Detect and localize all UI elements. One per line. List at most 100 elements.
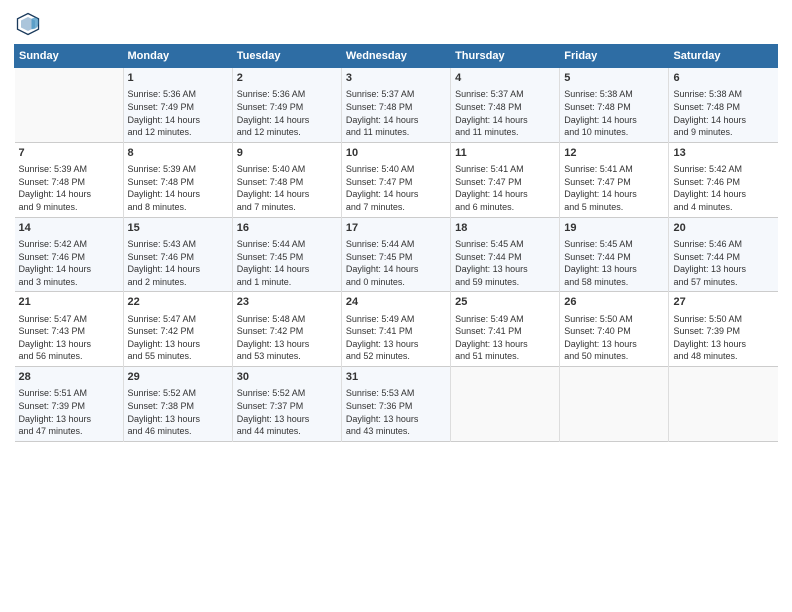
cell-content: Sunrise: 5:41 AM Sunset: 7:47 PM Dayligh…	[564, 163, 664, 213]
calendar-table: SundayMondayTuesdayWednesdayThursdayFrid…	[14, 44, 778, 442]
header-day-tuesday: Tuesday	[232, 45, 341, 68]
header	[14, 10, 778, 38]
calendar-cell: 30Sunrise: 5:52 AM Sunset: 7:37 PM Dayli…	[232, 367, 341, 442]
calendar-cell: 8 Sunrise: 5:39 AM Sunset: 7:48 PM Daylig…	[123, 142, 232, 217]
day-number: 9	[237, 146, 337, 161]
calendar-cell: 31Sunrise: 5:53 AM Sunset: 7:36 PM Dayli…	[341, 367, 450, 442]
day-number: 27	[673, 295, 773, 310]
header-day-sunday: Sunday	[15, 45, 124, 68]
calendar-cell: 26Sunrise: 5:50 AM Sunset: 7:40 PM Dayli…	[560, 292, 669, 367]
cell-content: Sunrise: 5:47 AM Sunset: 7:43 PM Dayligh…	[19, 313, 119, 363]
day-number: 8	[128, 146, 228, 161]
day-number: 4	[455, 71, 555, 86]
day-number: 20	[673, 221, 773, 236]
calendar-cell: 28Sunrise: 5:51 AM Sunset: 7:39 PM Dayli…	[15, 367, 124, 442]
logo-icon	[14, 10, 42, 38]
day-number: 6	[673, 71, 773, 86]
cell-content: Sunrise: 5:48 AM Sunset: 7:42 PM Dayligh…	[237, 313, 337, 363]
day-number: 22	[128, 295, 228, 310]
cell-content: Sunrise: 5:50 AM Sunset: 7:40 PM Dayligh…	[564, 313, 664, 363]
calendar-cell: 18 Sunrise: 5:45 AM Sunset: 7:44 PM Dayli…	[451, 217, 560, 292]
cell-content: Sunrise: 5:43 AM Sunset: 7:46 PM Dayligh…	[128, 238, 228, 288]
day-number: 17	[346, 221, 446, 236]
header-row: SundayMondayTuesdayWednesdayThursdayFrid…	[15, 45, 778, 68]
cell-content: Sunrise: 5:41 AM Sunset: 7:47 PM Dayligh…	[455, 163, 555, 213]
week-row-3: 14 Sunrise: 5:42 AM Sunset: 7:46 PM Dayli…	[15, 217, 778, 292]
day-number: 18	[455, 221, 555, 236]
day-number: 2	[237, 71, 337, 86]
week-row-4: 21 Sunrise: 5:47 AM Sunset: 7:43 PM Dayli…	[15, 292, 778, 367]
day-number: 24	[346, 295, 446, 310]
cell-content: Sunrise: 5:50 AM Sunset: 7:39 PM Dayligh…	[673, 313, 773, 363]
cell-content: Sunrise: 5:37 AM Sunset: 7:48 PM Dayligh…	[346, 88, 446, 138]
cell-content: Sunrise: 5:40 AM Sunset: 7:48 PM Dayligh…	[237, 163, 337, 213]
day-number: 15	[128, 221, 228, 236]
header-day-thursday: Thursday	[451, 45, 560, 68]
calendar-cell: 24 Sunrise: 5:49 AM Sunset: 7:41 PM Dayli…	[341, 292, 450, 367]
calendar-cell: 15 Sunrise: 5:43 AM Sunset: 7:46 PM Dayli…	[123, 217, 232, 292]
header-day-saturday: Saturday	[669, 45, 778, 68]
day-number: 12	[564, 146, 664, 161]
day-number: 19	[564, 221, 664, 236]
day-number: 23	[237, 295, 337, 310]
calendar-cell: 17 Sunrise: 5:44 AM Sunset: 7:45 PM Dayli…	[341, 217, 450, 292]
cell-content: Sunrise: 5:39 AM Sunset: 7:48 PM Dayligh…	[128, 163, 228, 213]
cell-content: Sunrise: 5:40 AM Sunset: 7:47 PM Dayligh…	[346, 163, 446, 213]
cell-content: Sunrise: 5:45 AM Sunset: 7:44 PM Dayligh…	[564, 238, 664, 288]
calendar-cell: 11 Sunrise: 5:41 AM Sunset: 7:47 PM Dayli…	[451, 142, 560, 217]
day-number: 29	[128, 370, 228, 385]
day-number: 16	[237, 221, 337, 236]
day-number: 1	[128, 71, 228, 86]
page: SundayMondayTuesdayWednesdayThursdayFrid…	[0, 0, 792, 612]
header-day-monday: Monday	[123, 45, 232, 68]
calendar-cell: 19 Sunrise: 5:45 AM Sunset: 7:44 PM Dayli…	[560, 217, 669, 292]
day-number: 21	[19, 295, 119, 310]
calendar-cell: 1 Sunrise: 5:36 AM Sunset: 7:49 PM Daylig…	[123, 68, 232, 143]
week-row-5: 28Sunrise: 5:51 AM Sunset: 7:39 PM Dayli…	[15, 367, 778, 442]
day-number: 5	[564, 71, 664, 86]
week-row-2: 7 Sunrise: 5:39 AM Sunset: 7:48 PM Daylig…	[15, 142, 778, 217]
calendar-cell: 25Sunrise: 5:49 AM Sunset: 7:41 PM Dayli…	[451, 292, 560, 367]
day-number: 30	[237, 370, 337, 385]
week-row-1: 1 Sunrise: 5:36 AM Sunset: 7:49 PM Daylig…	[15, 68, 778, 143]
cell-content: Sunrise: 5:47 AM Sunset: 7:42 PM Dayligh…	[128, 313, 228, 363]
calendar-body: 1 Sunrise: 5:36 AM Sunset: 7:49 PM Daylig…	[15, 68, 778, 442]
calendar-cell: 22 Sunrise: 5:47 AM Sunset: 7:42 PM Dayli…	[123, 292, 232, 367]
cell-content: Sunrise: 5:53 AM Sunset: 7:36 PM Dayligh…	[346, 387, 446, 437]
day-number: 11	[455, 146, 555, 161]
day-number: 3	[346, 71, 446, 86]
calendar-cell: 6 Sunrise: 5:38 AM Sunset: 7:48 PM Daylig…	[669, 68, 778, 143]
calendar-cell: 27 Sunrise: 5:50 AM Sunset: 7:39 PM Dayli…	[669, 292, 778, 367]
cell-content: Sunrise: 5:51 AM Sunset: 7:39 PM Dayligh…	[19, 387, 119, 437]
logo	[14, 10, 46, 38]
cell-content: Sunrise: 5:49 AM Sunset: 7:41 PM Dayligh…	[346, 313, 446, 363]
calendar-cell: 10 Sunrise: 5:40 AM Sunset: 7:47 PM Dayli…	[341, 142, 450, 217]
calendar-cell: 13Sunrise: 5:42 AM Sunset: 7:46 PM Dayli…	[669, 142, 778, 217]
cell-content: Sunrise: 5:36 AM Sunset: 7:49 PM Dayligh…	[128, 88, 228, 138]
calendar-cell: 14 Sunrise: 5:42 AM Sunset: 7:46 PM Dayli…	[15, 217, 124, 292]
calendar-header: SundayMondayTuesdayWednesdayThursdayFrid…	[15, 45, 778, 68]
calendar-cell: 21 Sunrise: 5:47 AM Sunset: 7:43 PM Dayli…	[15, 292, 124, 367]
calendar-cell	[451, 367, 560, 442]
cell-content: Sunrise: 5:45 AM Sunset: 7:44 PM Dayligh…	[455, 238, 555, 288]
calendar-cell: 5 Sunrise: 5:38 AM Sunset: 7:48 PM Daylig…	[560, 68, 669, 143]
cell-content: Sunrise: 5:37 AM Sunset: 7:48 PM Dayligh…	[455, 88, 555, 138]
cell-content: Sunrise: 5:46 AM Sunset: 7:44 PM Dayligh…	[673, 238, 773, 288]
cell-content: Sunrise: 5:52 AM Sunset: 7:38 PM Dayligh…	[128, 387, 228, 437]
day-number: 10	[346, 146, 446, 161]
cell-content: Sunrise: 5:38 AM Sunset: 7:48 PM Dayligh…	[564, 88, 664, 138]
day-number: 7	[19, 146, 119, 161]
calendar-cell: 23 Sunrise: 5:48 AM Sunset: 7:42 PM Dayli…	[232, 292, 341, 367]
cell-content: Sunrise: 5:42 AM Sunset: 7:46 PM Dayligh…	[673, 163, 773, 213]
cell-content: Sunrise: 5:38 AM Sunset: 7:48 PM Dayligh…	[673, 88, 773, 138]
calendar-cell	[15, 68, 124, 143]
header-day-wednesday: Wednesday	[341, 45, 450, 68]
day-number: 14	[19, 221, 119, 236]
cell-content: Sunrise: 5:49 AM Sunset: 7:41 PM Dayligh…	[455, 313, 555, 363]
calendar-cell: 4 Sunrise: 5:37 AM Sunset: 7:48 PM Daylig…	[451, 68, 560, 143]
calendar-cell	[669, 367, 778, 442]
calendar-cell: 20 Sunrise: 5:46 AM Sunset: 7:44 PM Dayli…	[669, 217, 778, 292]
calendar-cell: 3 Sunrise: 5:37 AM Sunset: 7:48 PM Daylig…	[341, 68, 450, 143]
cell-content: Sunrise: 5:44 AM Sunset: 7:45 PM Dayligh…	[346, 238, 446, 288]
cell-content: Sunrise: 5:42 AM Sunset: 7:46 PM Dayligh…	[19, 238, 119, 288]
